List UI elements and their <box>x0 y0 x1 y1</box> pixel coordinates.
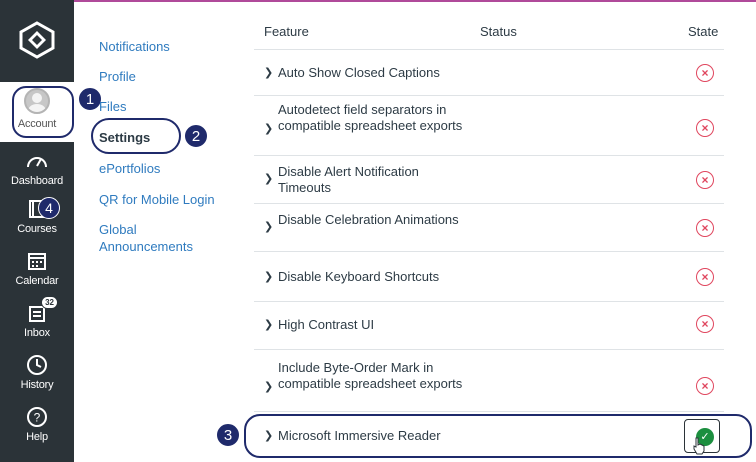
global-nav: Account Dashboard Courses Calendar 32 In… <box>0 0 74 462</box>
account-nav-global-announcements[interactable]: Global Announcements <box>99 221 199 255</box>
state-off-icon[interactable]: × <box>696 171 714 189</box>
feature-name: Disable Keyboard Shortcuts <box>278 269 440 284</box>
table-row[interactable]: ❯ Disable Celebration Animations × <box>254 203 724 251</box>
feature-name: Autodetect field separators in compatibl… <box>278 102 463 133</box>
annotation-marker-4: 4 <box>38 197 60 219</box>
help-icon: ? <box>24 404 50 430</box>
nav-courses[interactable]: Courses <box>0 196 74 235</box>
chevron-right-icon[interactable]: ❯ <box>264 122 273 135</box>
chevron-right-icon[interactable]: ❯ <box>264 220 273 233</box>
nav-help-label: Help <box>26 431 48 443</box>
table-row[interactable]: ❯ Autodetect field separators in compati… <box>254 95 724 155</box>
svg-text:?: ? <box>34 411 41 425</box>
feature-name: Include Byte-Order Mark in compatible sp… <box>278 360 463 391</box>
state-off-icon[interactable]: × <box>696 119 714 137</box>
table-row[interactable]: ❯ High Contrast UI × <box>254 301 724 349</box>
state-off-icon[interactable]: × <box>696 268 714 286</box>
inbox-icon: 32 <box>24 296 58 326</box>
account-nav-profile[interactable]: Profile <box>99 68 136 85</box>
state-off-icon[interactable]: × <box>696 64 714 82</box>
nav-history[interactable]: History <box>0 352 74 391</box>
feature-name: Auto Show Closed Captions <box>278 65 440 80</box>
chevron-right-icon[interactable]: ❯ <box>264 172 273 185</box>
state-off-icon[interactable]: × <box>696 315 714 333</box>
state-off-icon[interactable]: × <box>696 219 714 237</box>
table-row[interactable]: ❯ Auto Show Closed Captions × <box>254 49 724 95</box>
nav-inbox-label: Inbox <box>24 327 50 339</box>
settings-highlight-ring <box>91 118 181 154</box>
nav-calendar-label: Calendar <box>15 275 59 287</box>
top-accent-line <box>74 0 756 2</box>
header-state: State <box>688 24 719 39</box>
canvas-logo[interactable] <box>0 0 74 80</box>
account-nav-eportfolios[interactable]: ePortfolios <box>99 160 160 177</box>
account-nav-qr-login[interactable]: QR for Mobile Login <box>99 191 215 208</box>
canvas-logo-icon <box>19 21 55 59</box>
nav-help[interactable]: ? Help <box>0 404 74 443</box>
calendar-icon <box>24 248 50 274</box>
nav-inbox[interactable]: 32 Inbox <box>0 296 74 339</box>
feature-name: High Contrast UI <box>278 317 375 332</box>
table-row[interactable]: ❯ Disable Keyboard Shortcuts × <box>254 251 724 301</box>
account-nav-notifications[interactable]: Notifications <box>99 38 170 55</box>
feature-name: Disable Alert Notification Timeouts <box>278 164 419 195</box>
annotation-marker-2: 2 <box>184 124 208 148</box>
inbox-unread-badge: 32 <box>41 296 58 309</box>
header-status: Status <box>480 24 517 39</box>
account-highlight-ring <box>12 86 74 138</box>
table-row[interactable]: ❯ Disable Alert Notification Timeouts × <box>254 155 724 203</box>
chevron-right-icon[interactable]: ❯ <box>264 318 273 331</box>
chevron-right-icon[interactable]: ❯ <box>264 380 273 393</box>
chevron-right-icon[interactable]: ❯ <box>264 66 273 79</box>
immersive-reader-highlight-ring <box>244 414 752 458</box>
account-nav-files[interactable]: Files <box>99 98 126 115</box>
nav-courses-label: Courses <box>17 223 57 235</box>
nav-calendar[interactable]: Calendar <box>0 248 74 287</box>
nav-history-label: History <box>20 379 54 391</box>
feature-name: Disable Celebration Animations <box>278 212 459 227</box>
chevron-right-icon[interactable]: ❯ <box>264 270 273 283</box>
hand-cursor-icon <box>693 437 705 455</box>
dashboard-icon <box>24 148 50 174</box>
state-off-icon[interactable]: × <box>696 377 714 395</box>
header-feature: Feature <box>264 24 309 39</box>
annotation-marker-3: 3 <box>216 423 240 447</box>
clock-icon <box>24 352 50 378</box>
table-header: Feature Status State <box>254 24 724 48</box>
nav-dashboard[interactable]: Dashboard <box>0 148 74 187</box>
table-row[interactable]: ❯ Include Byte-Order Mark in compatible … <box>254 349 724 411</box>
nav-dashboard-label: Dashboard <box>10 175 63 187</box>
